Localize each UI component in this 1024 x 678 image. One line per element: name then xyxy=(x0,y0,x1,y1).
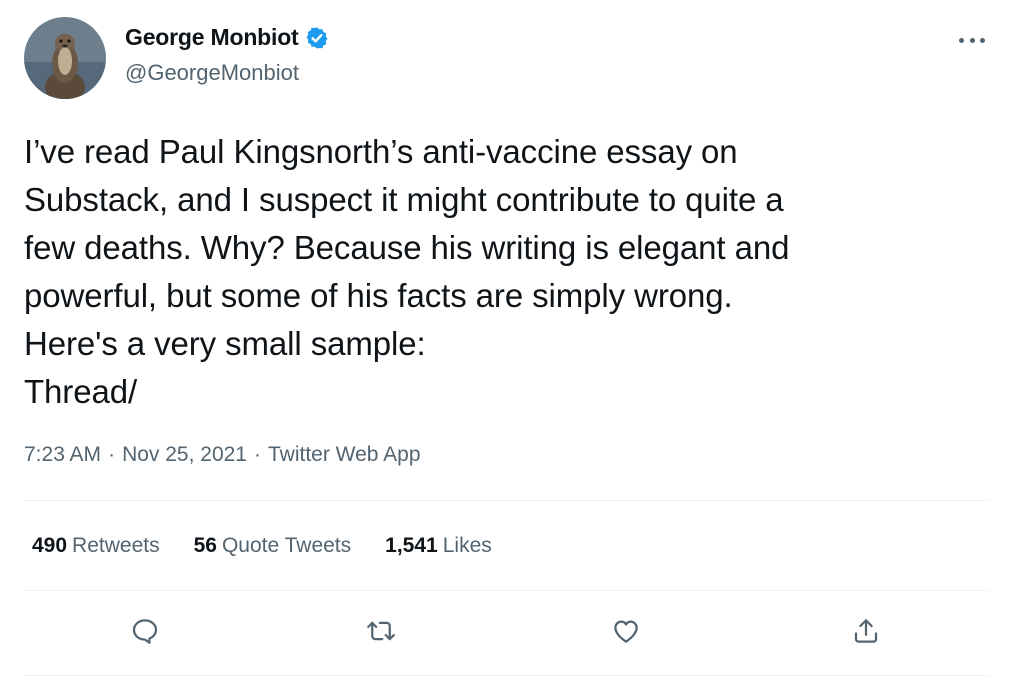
tweet-date[interactable]: Nov 25, 2021 xyxy=(122,443,247,467)
tweet-time[interactable]: 7:23 AM xyxy=(24,443,101,467)
divider xyxy=(24,675,988,676)
engagement-stats: 490 Retweets 56 Quote Tweets 1,541 Likes xyxy=(32,534,526,558)
retweets-stat[interactable]: 490 Retweets xyxy=(32,534,160,558)
otter-avatar-icon[interactable] xyxy=(24,17,106,99)
reply-icon[interactable] xyxy=(128,614,162,648)
separator-dot: · xyxy=(108,443,116,466)
likes-stat[interactable]: 1,541 Likes xyxy=(385,534,492,558)
likes-count: 1,541 xyxy=(385,534,438,557)
retweets-label: Retweets xyxy=(72,534,160,557)
retweets-count: 490 xyxy=(32,534,68,557)
divider xyxy=(24,590,988,591)
author-name-row: George Monbiot xyxy=(125,24,329,51)
more-options-icon[interactable] xyxy=(956,30,988,50)
quote-tweets-count: 56 xyxy=(193,534,217,557)
tweet-metadata: 7:23 AM · Nov 25, 2021 · Twitter Web App xyxy=(24,443,421,467)
separator-dot: · xyxy=(254,443,261,466)
tweet-source[interactable]: Twitter Web App xyxy=(268,443,421,467)
like-icon[interactable] xyxy=(609,614,643,648)
quote-tweets-label: Quote Tweets xyxy=(221,534,352,557)
author-display-name[interactable]: George Monbiot xyxy=(125,24,299,51)
likes-label: Likes xyxy=(442,534,492,557)
retweet-icon[interactable] xyxy=(364,614,398,648)
tweet-card: George Monbiot @GeorgeMonbiot I’ve read … xyxy=(0,0,1024,678)
divider xyxy=(24,500,988,501)
share-icon[interactable] xyxy=(849,614,883,648)
tweet-text: I’ve read Paul Kingsnorth’s anti-vaccine… xyxy=(24,133,790,410)
quote-tweets-stat[interactable]: 56 Quote Tweets xyxy=(194,534,352,558)
author-handle[interactable]: @GeorgeMonbiot xyxy=(125,60,299,86)
verified-badge-icon xyxy=(305,26,329,50)
